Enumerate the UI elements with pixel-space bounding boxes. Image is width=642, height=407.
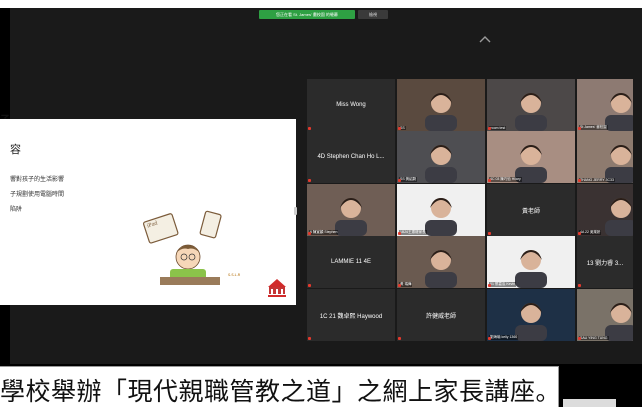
mic-muted-icon xyxy=(578,284,581,287)
school-logo-icon xyxy=(268,279,286,297)
participant-tile[interactable]: 劉海瑜 kelly 1360 xyxy=(487,289,575,341)
mic-muted-icon xyxy=(308,337,311,340)
slide-heading: 容 xyxy=(10,144,21,156)
participant-label: 4A 22 吳樂妍 xyxy=(579,230,602,235)
participant-video xyxy=(577,79,633,131)
photo-caption: 學校舉辦「現代親職管教之道」之網上家長講座。 xyxy=(0,366,562,407)
participant-video xyxy=(577,184,633,236)
mic-muted-icon xyxy=(308,179,311,182)
participant-name: 許健威老師 xyxy=(425,313,456,320)
participant-label: SS 黃紹蔚 xyxy=(399,177,418,182)
mic-muted-icon xyxy=(398,127,401,130)
participant-tile[interactable]: Miss Wong xyxy=(307,79,395,131)
participant-label: 01 蔡嘉泓 Kevin xyxy=(489,282,517,287)
mic-muted-icon xyxy=(398,284,401,287)
mic-muted-icon xyxy=(578,232,581,235)
participant-tile[interactable]: 13 劉力睿 3... xyxy=(577,236,633,288)
slide-bullet-3: 陷阱 xyxy=(10,207,23,213)
mic-muted-icon xyxy=(488,232,491,235)
participant-tile[interactable]: 1B26王肅權家長 xyxy=(397,184,485,236)
participant-name: 黃老師 xyxy=(521,208,540,215)
mic-muted-icon xyxy=(398,179,401,182)
chevron-up-icon[interactable] xyxy=(478,32,492,46)
participant-name: 13 劉力睿 3... xyxy=(586,260,624,267)
participant-tile[interactable]: SAU YING TUNG xyxy=(577,289,633,341)
participant-label: zoom test xyxy=(489,126,507,130)
participant-video xyxy=(487,131,575,183)
screen-share-banner[interactable]: 您正在看 St. James' 畫校園 的螢幕 xyxy=(259,10,355,19)
top-border xyxy=(0,0,642,8)
participant-label: SAU YING TUNG xyxy=(579,336,609,340)
participant-name: LAMMIE 11 4E xyxy=(331,259,371,265)
participant-tile[interactable]: SS 黃紹蔚 xyxy=(397,131,485,183)
mic-muted-icon xyxy=(578,179,581,182)
participant-label: 劉海瑜 kelly 1360 xyxy=(489,335,519,340)
slide-bullet-2: 子規劃使用電腦時間 xyxy=(10,192,65,198)
splitter-handle[interactable] xyxy=(294,207,297,215)
participant-video xyxy=(397,131,485,183)
mic-muted-icon xyxy=(488,179,491,182)
participant-video xyxy=(577,131,633,183)
participant-name: Miss Wong xyxy=(336,102,366,108)
mic-muted-icon xyxy=(578,337,581,340)
participant-video xyxy=(307,184,395,236)
participant-label: ZHANG JERRY 3C33 xyxy=(579,178,615,182)
participant-tile[interactable]: St James' 畫校園 xyxy=(577,79,633,131)
participant-tile[interactable]: 許健威老師 xyxy=(397,289,485,341)
corner-watermark xyxy=(563,399,616,407)
participant-video xyxy=(397,79,485,131)
participant-name: 1C 21 魏卓熙 Haywood xyxy=(319,313,383,320)
screenshot-stage: 您正在看 St. James' 畫校園 的螢幕 檢視 子 效 容 響對孩子的生活… xyxy=(0,0,642,407)
mic-muted-icon xyxy=(398,337,401,340)
participant-video xyxy=(487,289,575,341)
participant-tile[interactable]: SS xyxy=(397,79,485,131)
participant-tile[interactable]: 黃老師 xyxy=(487,184,575,236)
participant-tile[interactable]: 6 陳宣穎 Stephen xyxy=(307,184,395,236)
slide-badge-text: S.S.L.R xyxy=(228,273,241,277)
participant-label: 4C 03 陳巧怡 Hilary xyxy=(489,177,522,182)
participant-tile[interactable]: ZHANG JERRY 3C33 xyxy=(577,131,633,183)
mic-muted-icon xyxy=(488,127,491,130)
mic-muted-icon xyxy=(578,127,581,130)
participant-tile[interactable]: 4D Stephen Chan Ho L... xyxy=(307,131,395,183)
participant-tile[interactable]: 4C 03 陳巧怡 Hilary xyxy=(487,131,575,183)
participant-label: St James' 畫校園 xyxy=(579,125,608,130)
mic-muted-icon xyxy=(308,232,311,235)
slide-bullet-1: 響對孩子的生活影響 xyxy=(10,177,65,183)
shared-slide: 容 響對孩子的生活影響 子規劃使用電腦時間 陷阱 iPad S.S.L.R xyxy=(0,119,296,305)
mic-muted-icon xyxy=(488,284,491,287)
participant-label: 1B26王肅權家長 xyxy=(399,230,427,235)
mic-muted-icon xyxy=(398,232,401,235)
participant-label: 黃 瑞燁 xyxy=(399,282,413,287)
caption-text: 學校舉辦「現代親職管教之道」之網上家長講座。 xyxy=(0,377,562,406)
participant-video xyxy=(487,236,575,288)
participant-video xyxy=(487,79,575,131)
participant-video xyxy=(397,184,485,236)
participant-video xyxy=(577,289,633,341)
participant-tile[interactable]: 黃 瑞燁 xyxy=(397,236,485,288)
participant-tile[interactable]: LAMMIE 11 4E xyxy=(307,236,395,288)
participant-label: 6 陳宣穎 Stephen xyxy=(309,230,339,235)
participant-video xyxy=(397,236,485,288)
participant-tile[interactable]: 4A 22 吳樂妍 xyxy=(577,184,633,236)
mic-muted-icon xyxy=(308,284,311,287)
participant-name: 4D Stephen Chan Ho L... xyxy=(317,154,385,160)
participant-tile[interactable]: 1C 21 魏卓熙 Haywood xyxy=(307,289,395,341)
mic-muted-icon xyxy=(488,337,491,340)
participant-tile[interactable]: 01 蔡嘉泓 Kevin xyxy=(487,236,575,288)
participant-tile[interactable]: zoom test xyxy=(487,79,575,131)
view-options-button[interactable]: 檢視 xyxy=(358,10,388,19)
mic-muted-icon xyxy=(308,127,311,130)
